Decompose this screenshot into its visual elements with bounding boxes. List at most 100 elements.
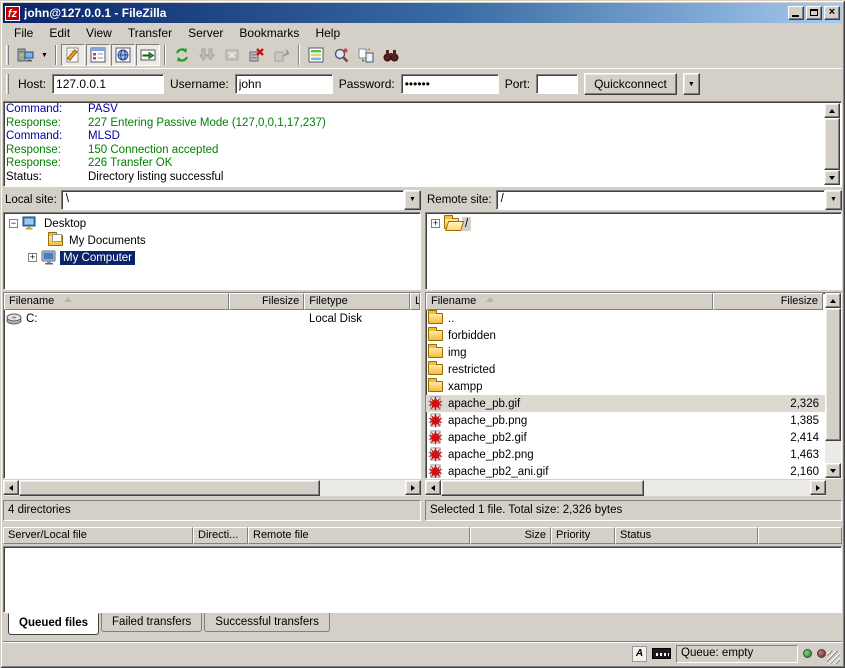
expand-icon[interactable]: + <box>28 253 37 262</box>
title-bar[interactable]: fz john@127.0.0.1 - FileZilla × <box>3 3 842 23</box>
queue-column-priority[interactable]: Priority <box>551 527 615 544</box>
remote-file-list[interactable]: Filename Filesize .. forbidden img restr… <box>425 292 842 479</box>
minimize-button[interactable] <box>788 6 804 20</box>
remote-file-row[interactable]: apache_pb.png1,385 <box>426 412 841 429</box>
scroll-thumb[interactable] <box>825 308 841 441</box>
remote-file-row[interactable]: apache_pb2.png1,463 <box>426 446 841 463</box>
remote-site-value[interactable]: / <box>496 190 825 210</box>
toggle-local-tree-button[interactable] <box>86 44 110 66</box>
arrow-down-icon <box>830 469 836 476</box>
queue-column-direction[interactable]: Directi... <box>193 527 248 544</box>
scroll-thumb[interactable] <box>19 480 320 496</box>
scroll-right-button[interactable] <box>810 480 826 495</box>
host-input[interactable] <box>52 74 164 94</box>
local-site-dropdown[interactable]: ▼ <box>404 190 421 210</box>
tab-failed-transfers[interactable]: Failed transfers <box>101 613 202 632</box>
directory-comparison-button[interactable] <box>329 44 353 66</box>
local-file-list[interactable]: Filename Filesize Filetype L C: Local Di… <box>3 292 421 479</box>
log-scrollbar[interactable] <box>824 103 840 185</box>
tree-item-root[interactable]: + / <box>426 215 841 232</box>
scroll-down-button[interactable] <box>824 170 840 185</box>
collapse-icon[interactable]: − <box>9 219 18 228</box>
remote-horizontal-scrollbar[interactable] <box>425 480 826 496</box>
remote-column-filesize[interactable]: Filesize <box>713 293 823 310</box>
scroll-thumb[interactable] <box>824 118 840 170</box>
quickconnect-dropdown[interactable]: ▼ <box>683 73 700 95</box>
menu-file[interactable]: File <box>6 24 41 42</box>
desktop-icon <box>22 216 38 231</box>
queue-column-status[interactable]: Status <box>615 527 758 544</box>
scroll-up-button[interactable] <box>824 103 840 118</box>
toggle-transfer-queue-button[interactable] <box>136 44 160 66</box>
queue-column-size[interactable]: Size <box>470 527 551 544</box>
tree-item-desktop[interactable]: − Desktop <box>4 215 420 232</box>
password-input[interactable] <box>401 74 499 94</box>
menu-help[interactable]: Help <box>307 24 348 42</box>
scroll-down-button[interactable] <box>825 463 841 478</box>
remote-file-row[interactable]: apache_pb2_ani.gif2,160 <box>426 463 841 479</box>
local-site-combobox[interactable]: \ ▼ <box>61 190 421 210</box>
transfer-type-icon[interactable]: A <box>632 646 647 662</box>
username-input[interactable] <box>235 74 333 94</box>
filter-button[interactable] <box>304 44 328 66</box>
disconnect-button[interactable] <box>245 44 269 66</box>
remote-column-filename[interactable]: Filename <box>426 293 713 310</box>
remote-file-row[interactable]: forbidden <box>426 327 841 344</box>
local-column-lastmodified[interactable]: L <box>410 293 420 310</box>
local-column-filetype[interactable]: Filetype <box>304 293 410 310</box>
tree-item-my-computer[interactable]: + My Computer <box>4 249 420 266</box>
tab-queued-files[interactable]: Queued files <box>8 613 99 635</box>
menu-bookmarks[interactable]: Bookmarks <box>231 24 307 42</box>
local-column-filename[interactable]: Filename <box>4 293 229 310</box>
remote-file-row[interactable]: apache_pb.gif2,326 <box>426 395 841 412</box>
remote-vertical-scrollbar[interactable] <box>825 293 841 478</box>
remote-site-dropdown[interactable]: ▼ <box>825 190 842 210</box>
resize-grip[interactable] <box>827 651 840 664</box>
local-tree[interactable]: − Desktop My Documents + My Comp <box>3 212 421 290</box>
port-input[interactable] <box>536 74 578 94</box>
menu-transfer[interactable]: Transfer <box>120 24 180 42</box>
queue-column-serverlocal[interactable]: Server/Local file <box>3 527 193 544</box>
toolbar-grip[interactable] <box>6 45 9 65</box>
local-site-value[interactable]: \ <box>61 190 404 210</box>
tab-successful-transfers[interactable]: Successful transfers <box>204 613 330 632</box>
remote-file-row[interactable]: img <box>426 344 841 361</box>
close-button[interactable]: × <box>824 6 840 20</box>
expand-icon[interactable]: + <box>431 219 440 228</box>
menu-server[interactable]: Server <box>180 24 231 42</box>
scroll-thumb[interactable] <box>441 480 644 496</box>
process-queue-button[interactable] <box>195 44 219 66</box>
local-file-row[interactable]: C: Local Disk <box>4 310 420 327</box>
site-manager-button[interactable] <box>13 44 37 66</box>
scroll-right-button[interactable] <box>405 480 421 495</box>
remote-file-row[interactable]: apache_pb2.gif2,414 <box>426 429 841 446</box>
menu-edit[interactable]: Edit <box>41 24 78 42</box>
reconnect-button[interactable] <box>270 44 294 66</box>
quickbar-grip[interactable] <box>6 74 9 94</box>
queue-list[interactable] <box>3 546 842 613</box>
scroll-up-button[interactable] <box>825 293 841 308</box>
scroll-left-button[interactable] <box>3 480 19 495</box>
synchronized-browsing-button[interactable] <box>354 44 378 66</box>
tree-item-my-documents[interactable]: My Documents <box>4 232 420 249</box>
remote-file-row[interactable]: .. <box>426 310 841 327</box>
local-column-filesize[interactable]: Filesize <box>229 293 304 310</box>
maximize-button[interactable] <box>806 6 822 20</box>
quickconnect-button[interactable]: Quickconnect <box>584 73 677 95</box>
find-files-button[interactable] <box>379 44 403 66</box>
site-manager-dropdown[interactable]: ▼ <box>38 44 51 66</box>
message-log[interactable]: Command:PASV Response:227 Entering Passi… <box>3 101 842 187</box>
refresh-button[interactable] <box>170 44 194 66</box>
toggle-message-log-button[interactable] <box>61 44 85 66</box>
scroll-left-button[interactable] <box>425 480 441 495</box>
remote-site-combobox[interactable]: / ▼ <box>496 190 842 210</box>
remote-file-row[interactable]: xampp <box>426 378 841 395</box>
menu-view[interactable]: View <box>78 24 120 42</box>
remote-tree[interactable]: + / <box>425 212 842 290</box>
local-horizontal-scrollbar[interactable] <box>3 480 421 496</box>
toggle-remote-tree-button[interactable] <box>111 44 135 66</box>
cancel-button[interactable] <box>220 44 244 66</box>
speed-limits-icon[interactable] <box>652 648 671 659</box>
queue-column-remotefile[interactable]: Remote file <box>248 527 470 544</box>
remote-file-row[interactable]: restricted <box>426 361 841 378</box>
